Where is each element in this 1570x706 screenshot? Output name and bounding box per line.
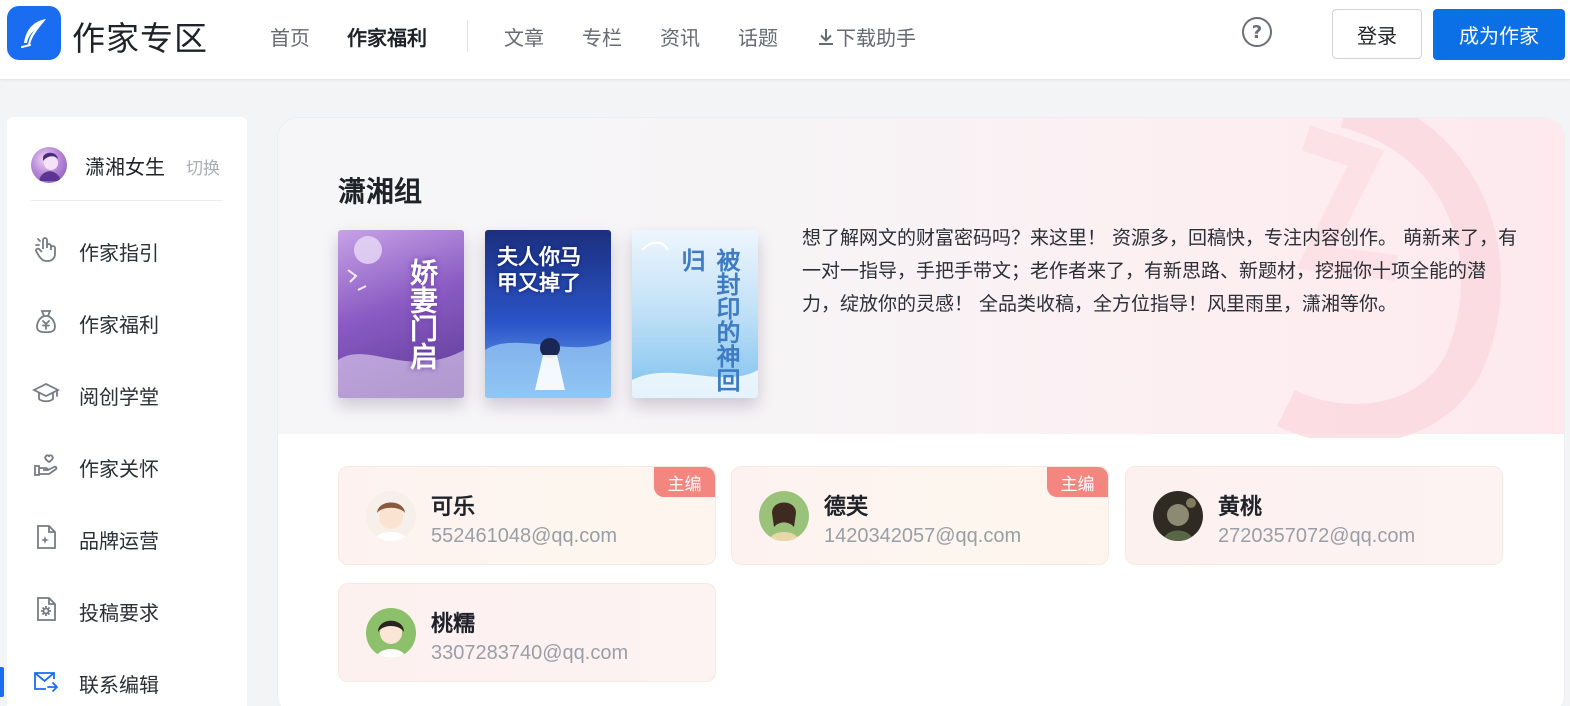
nav-columns[interactable]: 专栏 <box>582 22 622 51</box>
sidebar-item-brand-operation[interactable]: 品牌运营 <box>7 511 247 563</box>
editor-avatar <box>759 491 809 541</box>
editor-email[interactable]: 552461048@qq.com <box>431 525 617 548</box>
sidebar-item-contact-editor[interactable]: 联系编辑 <box>0 655 247 706</box>
top-navbar: 作家专区 首页 作家福利 文章 专栏 资讯 话题 下载助手 ? 登录 成为作家 <box>0 0 1570 80</box>
book-cover-title: 被封印的神回归 <box>677 248 741 392</box>
editor-email[interactable]: 2720357072@qq.com <box>1218 525 1415 548</box>
sidebar-item-label: 作家指引 <box>79 241 159 265</box>
mail-forward-icon <box>34 672 58 692</box>
book-cover[interactable]: 被封印的神回归 <box>632 230 758 398</box>
sidebar: 潇湘女生 切换 作家指引 作家福利 阅创学堂 作家关怀 品牌运营 投稿要求 联系… <box>0 117 247 706</box>
main-content-card: 潇湘组 娇妻门启 夫人你马甲又掉了 被封印的神回归 想了解网文的财富密码吗？来这… <box>277 117 1565 706</box>
chief-editor-badge: 主编 <box>654 467 715 497</box>
care-hand-icon <box>34 454 58 476</box>
nav-download-assistant[interactable]: 下载助手 <box>816 22 916 51</box>
channel-name: 潇湘女生 <box>85 155 165 179</box>
document-sparkle-icon <box>37 525 56 549</box>
nav-download-label: 下载助手 <box>836 26 916 50</box>
sidebar-item-author-benefits[interactable]: 作家福利 <box>7 295 247 347</box>
sidebar-item-author-care[interactable]: 作家关怀 <box>7 439 247 491</box>
site-name[interactable]: 作家专区 <box>72 12 208 60</box>
group-title: 潇湘组 <box>338 175 423 208</box>
document-gear-icon <box>37 597 56 621</box>
group-hero-banner: 潇湘组 娇妻门启 夫人你马甲又掉了 被封印的神回归 想了解网文的财富密码吗？来这… <box>278 118 1564 438</box>
pointer-hand-icon <box>35 237 56 262</box>
editor-avatar <box>366 491 416 541</box>
sidebar-item-label: 阅创学堂 <box>79 385 159 409</box>
editor-avatar <box>366 608 416 658</box>
editor-email[interactable]: 3307283740@qq.com <box>431 642 628 665</box>
editor-avatar <box>1153 491 1203 541</box>
login-button[interactable]: 登录 <box>1332 9 1422 59</box>
editor-name: 可乐 <box>431 495 476 520</box>
editor-email[interactable]: 1420342057@qq.com <box>824 525 1021 548</box>
group-introduction: 想了解网文的财富密码吗？来这里！ 资源多，回稿快，专注内容创作。 萌新来了，有一… <box>802 227 1518 315</box>
active-indicator <box>0 667 4 697</box>
nav-divider <box>467 20 468 52</box>
sidebar-item-label: 品牌运营 <box>79 529 159 553</box>
sidebar-item-label: 作家福利 <box>79 313 159 337</box>
editor-name: 黄桃 <box>1218 495 1263 520</box>
logo-feather-icon[interactable] <box>7 6 61 60</box>
editor-card[interactable]: 可乐 552461048@qq.com 主编 <box>338 466 716 565</box>
money-bag-icon <box>36 310 56 334</box>
become-author-button[interactable]: 成为作家 <box>1433 9 1565 60</box>
chief-editor-badge: 主编 <box>1047 467 1108 497</box>
help-icon[interactable]: ? <box>1242 17 1272 47</box>
sidebar-item-label: 联系编辑 <box>79 673 159 697</box>
graduation-cap-icon <box>32 382 60 403</box>
nav-news[interactable]: 资讯 <box>660 22 700 51</box>
editor-card[interactable]: 桃糯 3307283740@qq.com <box>338 583 716 682</box>
sidebar-item-label: 作家关怀 <box>79 457 159 481</box>
book-cover-title: 夫人你马甲又掉了 <box>497 244 581 295</box>
channel-switcher[interactable]: 潇湘女生 切换 <box>31 145 223 201</box>
editor-card[interactable]: 黄桃 2720357072@qq.com <box>1125 466 1503 565</box>
channel-switch-link[interactable]: 切换 <box>186 154 220 179</box>
sidebar-item-label: 投稿要求 <box>79 601 159 625</box>
nav-topics[interactable]: 话题 <box>738 22 778 51</box>
nav-home[interactable]: 首页 <box>270 22 310 51</box>
book-cover-title: 娇妻门启 <box>406 258 439 370</box>
nav-author-benefits[interactable]: 作家福利 <box>347 22 427 51</box>
nav-articles[interactable]: 文章 <box>504 22 544 51</box>
book-cover[interactable]: 夫人你马甲又掉了 <box>485 230 611 398</box>
sidebar-item-author-guide[interactable]: 作家指引 <box>7 223 247 275</box>
sidebar-item-submission-requirements[interactable]: 投稿要求 <box>7 583 247 635</box>
editor-card[interactable]: 德芙 1420342057@qq.com 主编 <box>731 466 1109 565</box>
editor-name: 德芙 <box>824 495 869 520</box>
editor-name: 桃糯 <box>431 612 476 637</box>
channel-avatar <box>31 147 67 183</box>
book-cover[interactable]: 娇妻门启 <box>338 230 464 398</box>
sidebar-item-academy[interactable]: 阅创学堂 <box>7 367 247 419</box>
download-icon <box>819 29 833 45</box>
